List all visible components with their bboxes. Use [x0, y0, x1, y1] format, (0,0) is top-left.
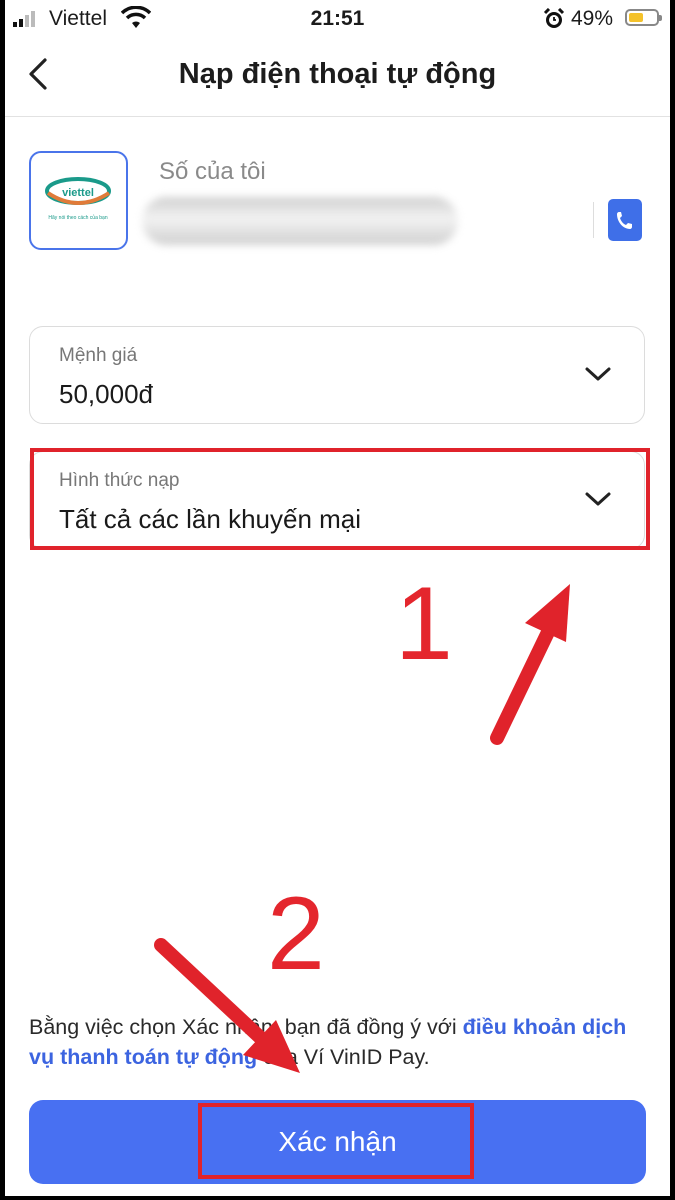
- annotation-arrows: [154, 584, 570, 1073]
- app-screen: Viettel 21:51 49% Nạp điện thoại tự động: [5, 0, 670, 1196]
- arrow-step1: [490, 584, 570, 745]
- arrow-step2: [154, 938, 300, 1073]
